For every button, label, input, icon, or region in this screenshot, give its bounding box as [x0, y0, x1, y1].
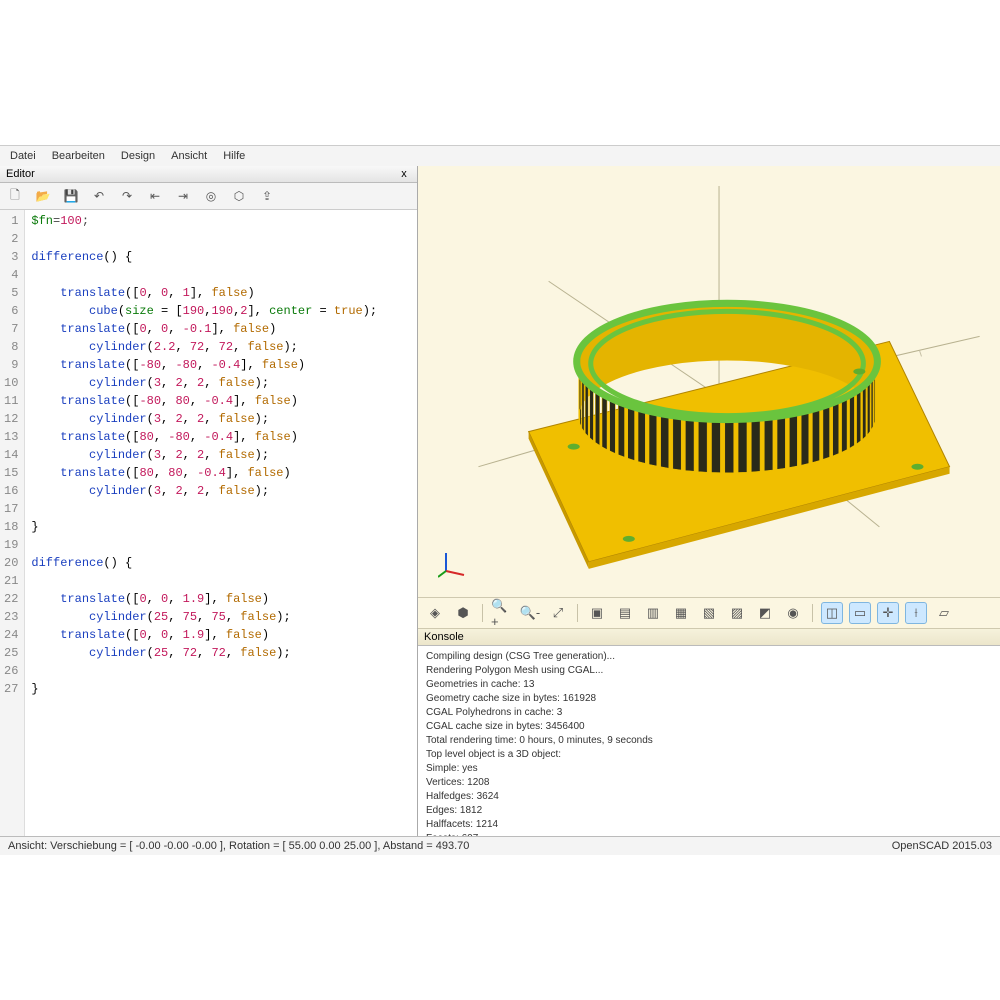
3d-viewport[interactable] — [418, 166, 1000, 597]
toolbar-separator — [482, 604, 483, 622]
right-panel: ◈ ⬢ 🔍+ 🔍- ⤢ ▣ ▤ ▥ ▦ ▧ ▨ ◩ ◉ ◫ ▭ ✛ ⟊ ▱ Konsole Compiling d… — [418, 166, 1000, 836]
preview-cube-icon[interactable]: ◈ — [424, 602, 446, 624]
app-window: Datei Bearbeiten Design Ansicht Hilfe Editor… — [0, 145, 1000, 855]
editor-close-button[interactable]: x — [397, 168, 411, 180]
view-left-icon[interactable]: ▦ — [670, 602, 692, 624]
perspective-icon[interactable]: ◫ — [821, 602, 843, 624]
editor-panel-title: Editor x — [0, 166, 417, 183]
console-title-label: Konsole — [424, 631, 464, 643]
console-line: Rendering Polygon Mesh using CGAL... — [426, 664, 992, 678]
zoom-in-icon[interactable]: 🔍+ — [491, 602, 513, 624]
view-back-icon[interactable]: ▨ — [726, 602, 748, 624]
console-line: Halfedges: 3624 — [426, 790, 992, 804]
menu-item-hilfe[interactable]: Hilfe — [223, 150, 245, 162]
view-top-icon[interactable]: ▤ — [614, 602, 636, 624]
undo-icon[interactable]: ↶ — [90, 187, 108, 205]
console-line: Halffacets: 1214 — [426, 818, 992, 832]
code-editor[interactable]: 1234567891011121314151617181920212223242… — [0, 210, 417, 836]
console-output[interactable]: Compiling design (CSG Tree generation)..… — [418, 646, 1000, 836]
wireframe-icon[interactable]: ▱ — [933, 602, 955, 624]
console-line: Top level object is a 3D object: — [426, 748, 992, 762]
content-area: Editor x 🗋 📂 💾 ↶ ↷ ⇤ ⇥ ◎ ⬡ ⇪ 12345678910111213141… — [0, 166, 1000, 836]
toolbar-separator — [577, 604, 578, 622]
toolbar-separator — [812, 604, 813, 622]
menu-item-bearbeiten[interactable]: Bearbeiten — [52, 150, 105, 162]
console-line: Edges: 1812 — [426, 804, 992, 818]
status-left: Ansicht: Verschiebung = [ -0.00 -0.00 -0… — [8, 840, 469, 852]
console-line: Geometries in cache: 13 — [426, 678, 992, 692]
console-line: Total rendering time: 0 hours, 0 minutes… — [426, 734, 992, 748]
code-area[interactable]: $fn=100; difference() { translate([0, 0,… — [25, 210, 383, 836]
save-file-icon[interactable]: 💾 — [62, 187, 80, 205]
render-cube-icon[interactable]: ⬢ — [452, 602, 474, 624]
menu-item-design[interactable]: Design — [121, 150, 155, 162]
console-line: CGAL Polyhedrons in cache: 3 — [426, 706, 992, 720]
view-bottom-icon[interactable]: ▥ — [642, 602, 664, 624]
console-line: Compiling design (CSG Tree generation)..… — [426, 650, 992, 664]
ortho-icon[interactable]: ▭ — [849, 602, 871, 624]
statusbar: Ansicht: Verschiebung = [ -0.00 -0.00 -0… — [0, 836, 1000, 855]
console-line: Geometry cache size in bytes: 161928 — [426, 692, 992, 706]
menu-item-ansicht[interactable]: Ansicht — [171, 150, 207, 162]
indent-icon[interactable]: ⇥ — [174, 187, 192, 205]
view-right-icon[interactable]: ▣ — [586, 602, 608, 624]
zoom-out-icon[interactable]: 🔍- — [519, 602, 541, 624]
editor-title-label: Editor — [6, 168, 35, 180]
line-gutter: 1234567891011121314151617181920212223242… — [0, 210, 25, 836]
axes-icon[interactable]: ✛ — [877, 602, 899, 624]
render-canvas[interactable] — [418, 166, 1000, 597]
preview-icon[interactable]: ◎ — [202, 187, 220, 205]
view-front-icon[interactable]: ▧ — [698, 602, 720, 624]
zoom-fit-icon[interactable]: ⤢ — [547, 602, 569, 624]
menubar: Datei Bearbeiten Design Ansicht Hilfe — [0, 146, 1000, 166]
axis-indicator-icon — [438, 549, 468, 579]
view-diag-icon[interactable]: ◩ — [754, 602, 776, 624]
console-line: Simple: yes — [426, 762, 992, 776]
console-line: Vertices: 1208 — [426, 776, 992, 790]
editor-toolbar: 🗋 📂 💾 ↶ ↷ ⇤ ⇥ ◎ ⬡ ⇪ — [0, 183, 417, 210]
console-panel-title: Konsole — [418, 629, 1000, 646]
new-file-icon[interactable]: 🗋 — [6, 187, 24, 205]
viewport-toolbar: ◈ ⬢ 🔍+ 🔍- ⤢ ▣ ▤ ▥ ▦ ▧ ▨ ◩ ◉ ◫ ▭ ✛ ⟊ ▱ — [418, 597, 1000, 629]
render-icon[interactable]: ⬡ — [230, 187, 248, 205]
menu-item-datei[interactable]: Datei — [10, 150, 36, 162]
view-center-icon[interactable]: ◉ — [782, 602, 804, 624]
console-line: CGAL cache size in bytes: 3456400 — [426, 720, 992, 734]
unindent-icon[interactable]: ⇤ — [146, 187, 164, 205]
redo-icon[interactable]: ↷ — [118, 187, 136, 205]
editor-panel: Editor x 🗋 📂 💾 ↶ ↷ ⇤ ⇥ ◎ ⬡ ⇪ 12345678910111213141… — [0, 166, 418, 836]
open-file-icon[interactable]: 📂 — [34, 187, 52, 205]
export-icon[interactable]: ⇪ — [258, 187, 276, 205]
status-right: OpenSCAD 2015.03 — [892, 840, 992, 852]
scale-icon[interactable]: ⟊ — [905, 602, 927, 624]
